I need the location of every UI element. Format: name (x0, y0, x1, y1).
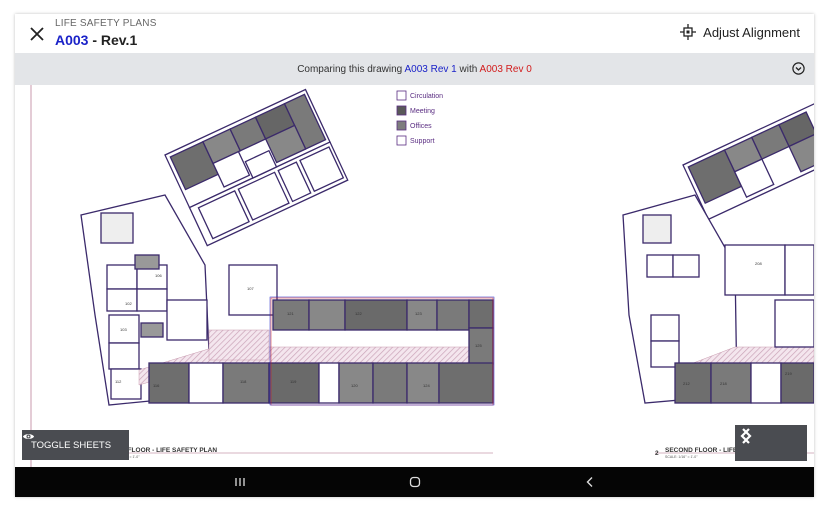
legend-swatch-offices (396, 120, 407, 131)
eye-icon (22, 434, 35, 439)
plan-2-number: 2 (655, 450, 659, 457)
app-window: LIFE SAFETY PLANS A003 - Rev.1 Adjust Al… (15, 14, 814, 497)
svg-text:123: 123 (415, 311, 422, 316)
svg-text:122: 122 (355, 311, 362, 316)
legend-swatch-support (396, 135, 407, 146)
close-button[interactable] (27, 24, 47, 44)
chevron-right-icon (742, 428, 752, 444)
expand-comparison-button[interactable] (792, 62, 805, 75)
svg-text:208: 208 (755, 261, 762, 266)
svg-text:107: 107 (247, 286, 254, 291)
chevron-down-circle-icon (792, 62, 805, 75)
system-nav-bar (15, 467, 814, 497)
sheet-subtitle: LIFE SAFETY PLANS (55, 18, 157, 29)
legend-label-circulation: Circulation (410, 93, 443, 100)
svg-text:119: 119 (290, 379, 297, 384)
plan-2-scale: SCALE: 1/16" = 1'-0" (665, 455, 698, 459)
recents-button[interactable] (233, 475, 247, 489)
adjust-alignment-button[interactable]: Adjust Alignment (680, 24, 800, 40)
svg-text:116: 116 (153, 383, 160, 388)
legend: Circulation Meeting Offices Support (396, 90, 443, 146)
recents-icon (235, 478, 245, 486)
second-floor-plan: 208 212 218 219 (622, 96, 814, 404)
svg-text:103: 103 (120, 327, 127, 332)
svg-text:112: 112 (115, 379, 122, 384)
header: LIFE SAFETY PLANS A003 - Rev.1 Adjust Al… (15, 14, 814, 53)
first-floor-plan: 102 106 107 121 122 123 125 118 119 120 … (80, 88, 495, 406)
legend-label-meeting: Meeting (410, 108, 435, 115)
sheet-pager (735, 425, 807, 461)
svg-text:106: 106 (155, 273, 162, 278)
legend-swatch-meeting (396, 105, 407, 116)
back-icon (586, 477, 593, 487)
svg-text:219: 219 (785, 371, 792, 376)
toggle-sheets-button[interactable]: TOGGLE SHEETS (22, 430, 129, 460)
home-icon (409, 476, 421, 488)
toggle-sheets-label: TOGGLE SHEETS (31, 439, 112, 451)
next-sheet-button[interactable] (742, 428, 800, 454)
svg-text:125: 125 (475, 343, 482, 348)
sheet-revision: - Rev.1 (88, 32, 138, 48)
svg-text:102: 102 (125, 301, 132, 306)
crosshair-align-icon (680, 24, 697, 40)
comparison-bar: Comparing this drawing A003 Rev 1 with A… (15, 53, 814, 85)
legend-label-support: Support (410, 138, 435, 145)
previous-revision-link[interactable]: A003 Rev 0 (480, 64, 532, 75)
close-icon (30, 27, 44, 41)
current-revision-link[interactable]: A003 Rev 1 (404, 64, 456, 75)
svg-text:121: 121 (287, 311, 294, 316)
svg-text:118: 118 (240, 379, 247, 384)
back-button[interactable] (583, 475, 597, 489)
legend-swatch-circulation (396, 90, 407, 101)
svg-text:218: 218 (720, 381, 727, 386)
comparison-prefix: Comparing this drawing (297, 64, 405, 75)
adjust-alignment-label: Adjust Alignment (703, 24, 800, 40)
comparison-text: Comparing this drawing A003 Rev 1 with A… (15, 64, 814, 75)
drawing-canvas[interactable]: 102 106 107 121 122 123 125 118 119 120 … (15, 85, 814, 467)
legend-label-offices: Offices (410, 123, 432, 130)
svg-text:124: 124 (423, 383, 430, 388)
page-title: A003 - Rev.1 (55, 32, 137, 48)
svg-text:212: 212 (683, 381, 690, 386)
sheet-number: A003 (55, 32, 89, 48)
comparison-middle: with (456, 64, 480, 75)
svg-text:120: 120 (351, 383, 358, 388)
home-button[interactable] (408, 475, 422, 489)
drawing-overlay: 102 106 107 121 122 123 125 118 119 120 … (30, 85, 814, 467)
